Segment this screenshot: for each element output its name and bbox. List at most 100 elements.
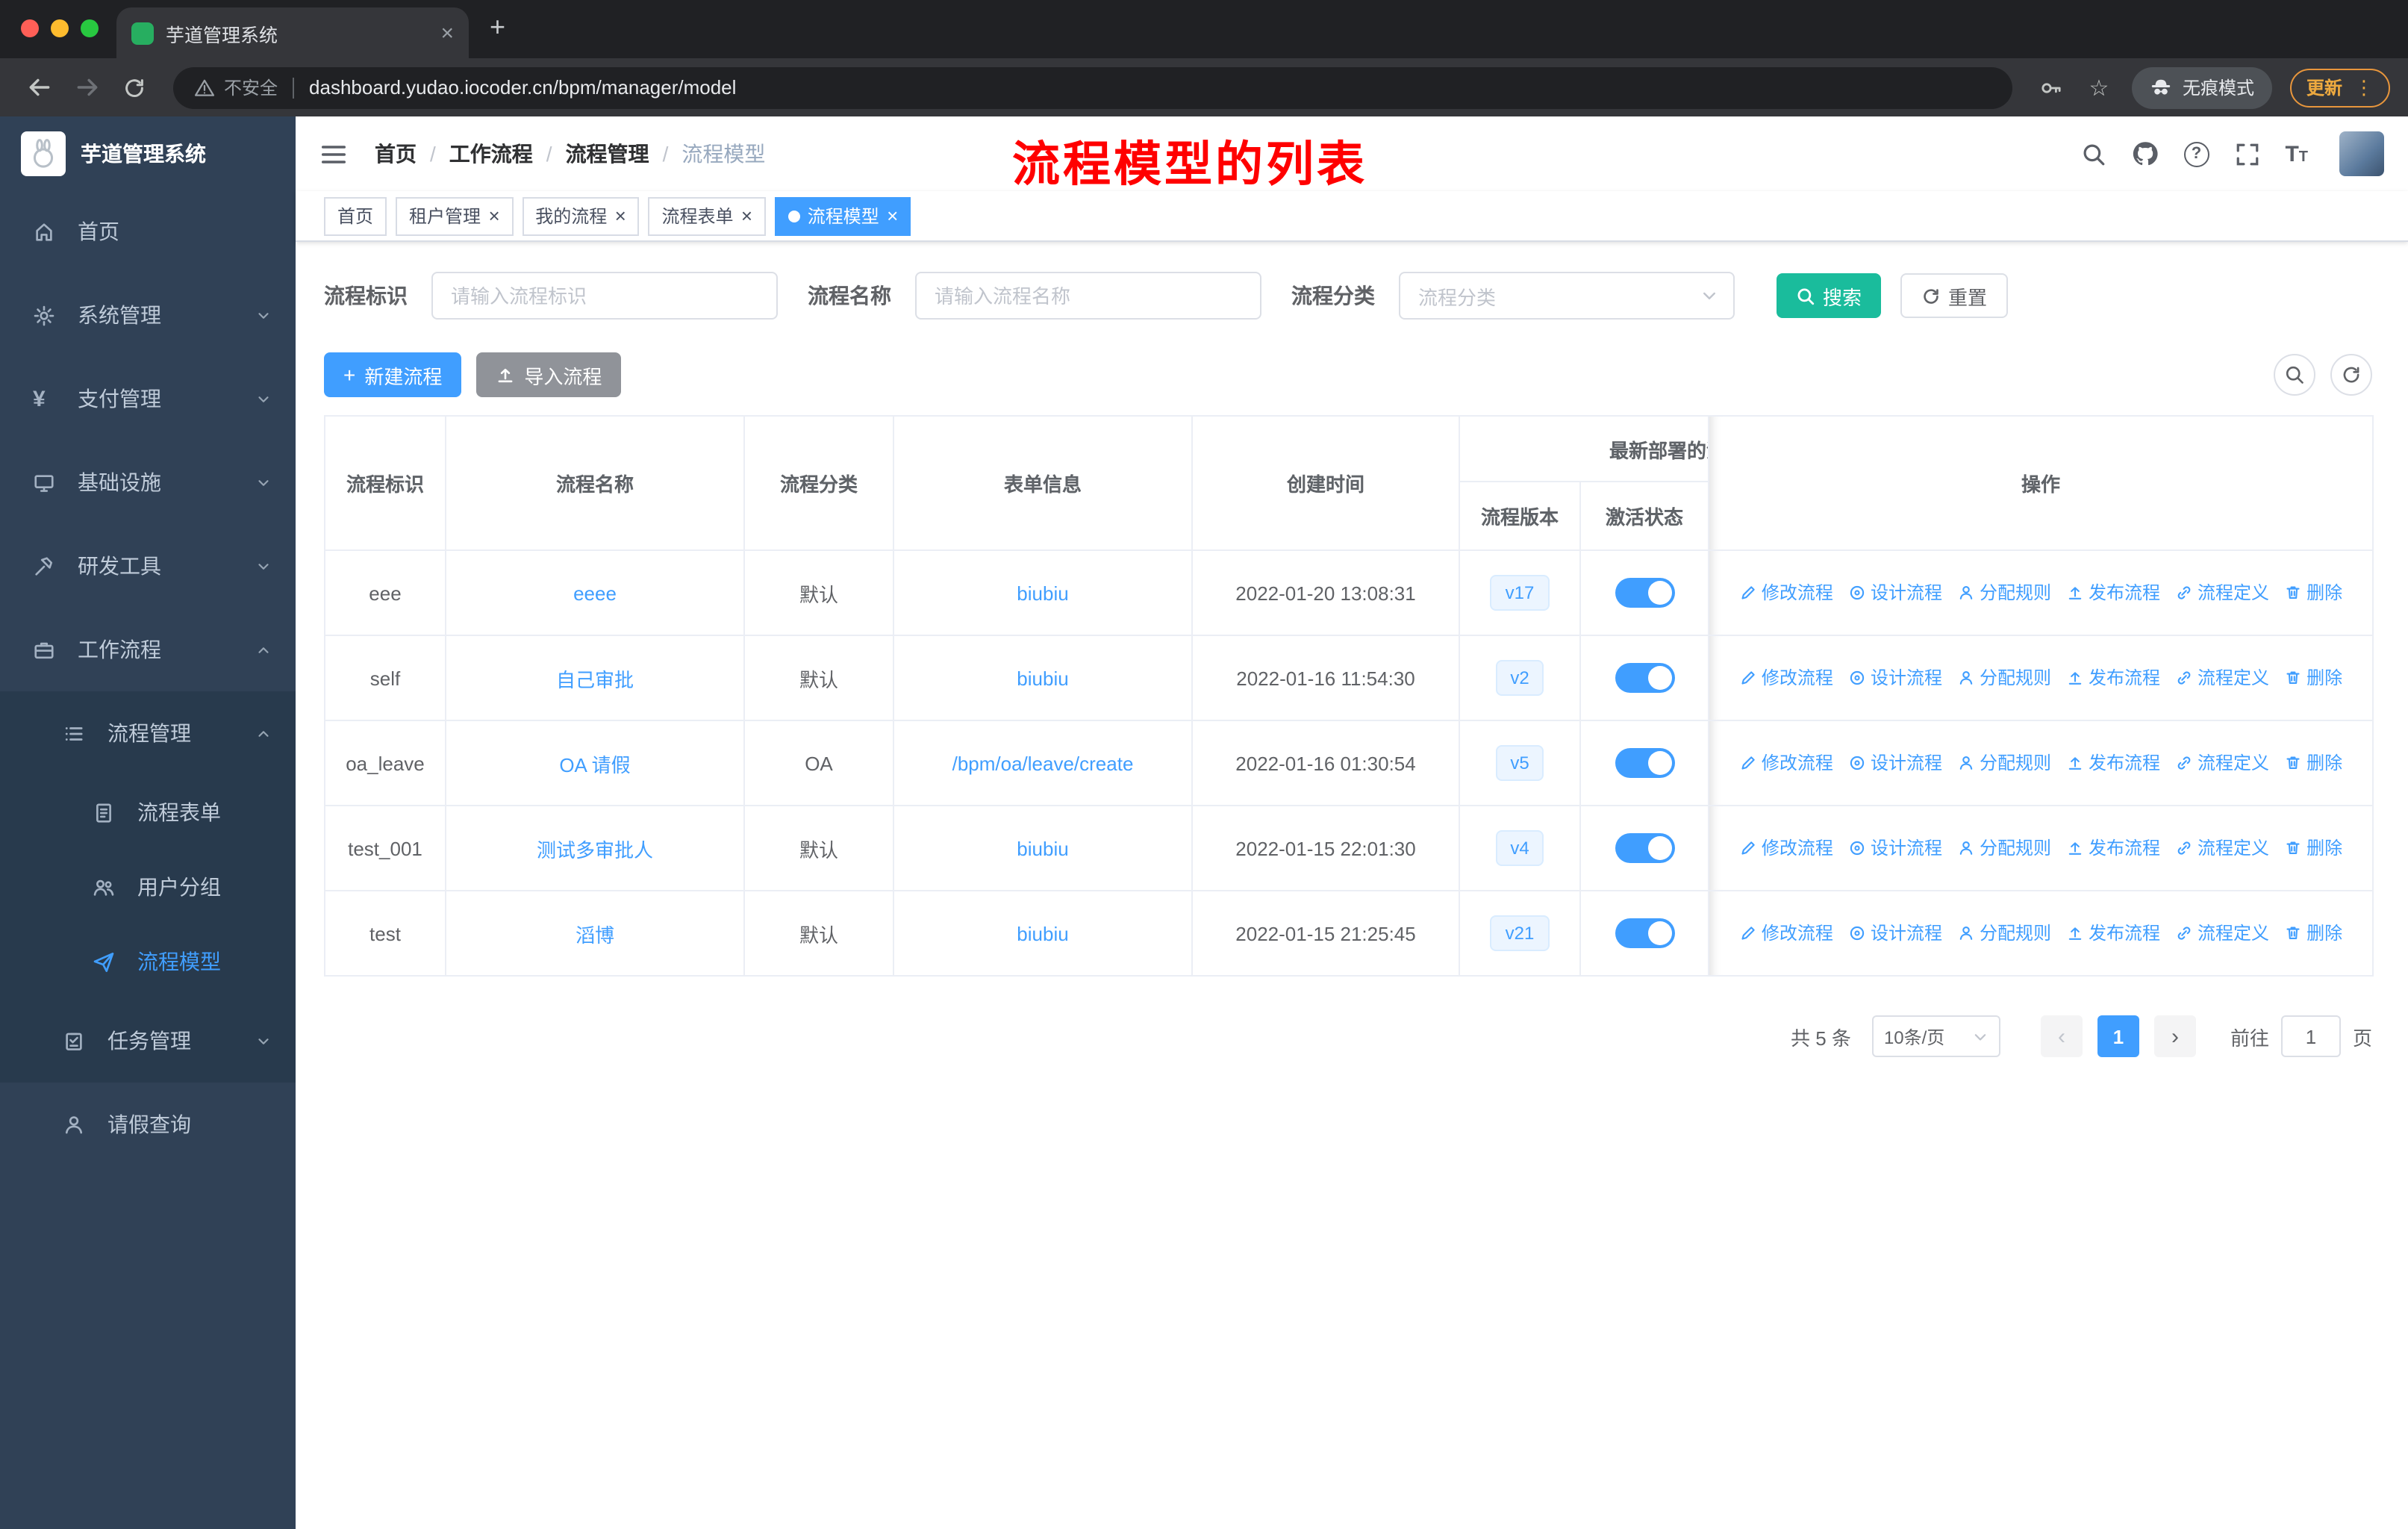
sidebar-item-user-group[interactable]: 用户分组 [0,850,296,924]
close-window-button[interactable] [21,19,39,37]
close-view-tab-icon[interactable]: × [741,206,752,225]
edit-action-link[interactable]: 修改流程 [1739,750,1833,776]
process-name-link[interactable]: 滔博 [576,924,614,946]
browser-tab[interactable]: 芋道管理系统 × [116,7,469,58]
view-tab[interactable]: 租户管理 × [396,196,514,235]
security-indicator[interactable]: 不安全 [194,75,278,100]
next-page-button[interactable]: › [2153,1015,2196,1057]
sidebar-item-home[interactable]: 首页 [0,190,296,273]
form-info-link[interactable]: biubiu [1017,667,1068,689]
process-name-link[interactable]: OA 请假 [559,753,630,776]
delete-action-link[interactable]: 删除 [2284,921,2342,946]
form-info-link[interactable]: /bpm/oa/leave/create [952,752,1134,774]
user-avatar[interactable] [2339,131,2384,176]
design-action-link[interactable]: 设计流程 [1848,665,1942,691]
design-action-link[interactable]: 设计流程 [1848,750,1942,776]
update-browser-button[interactable]: 更新 ⋮ [2289,68,2390,107]
sidebar-item-task-management[interactable]: 任务管理 [0,999,296,1083]
breadcrumb-item[interactable]: 首页 [375,139,417,169]
bookmark-star-icon[interactable]: ☆ [2078,66,2120,108]
import-process-button[interactable]: 导入流程 [476,352,622,397]
category-select[interactable]: 流程分类 [1399,272,1735,320]
help-icon[interactable]: ? [2183,141,2209,166]
definition-action-link[interactable]: 流程定义 [2175,750,2269,776]
active-toggle-switch[interactable] [1615,748,1674,778]
page-size-select[interactable]: 10条/页 [1871,1015,2000,1057]
search-icon[interactable] [2080,141,2106,166]
design-action-link[interactable]: 设计流程 [1848,835,1942,861]
assign-action-link[interactable]: 分配规则 [1957,665,2051,691]
search-button[interactable]: 搜索 [1777,273,1882,318]
close-browser-tab-icon[interactable]: × [440,22,454,44]
address-bar[interactable]: 不安全 dashboard.yudao.iocoder.cn/bpm/manag… [173,66,2012,108]
assign-action-link[interactable]: 分配规则 [1957,921,2051,946]
process-name-link[interactable]: 自己审批 [556,668,634,691]
deploy-action-link[interactable]: 发布流程 [2066,835,2160,861]
definition-action-link[interactable]: 流程定义 [2175,580,2269,605]
definition-action-link[interactable]: 流程定义 [2175,835,2269,861]
reset-button[interactable]: 重置 [1900,273,2009,318]
sidebar-item-workflow[interactable]: 工作流程 [0,608,296,691]
sidebar-item-payment[interactable]: ¥ 支付管理 [0,357,296,440]
delete-action-link[interactable]: 删除 [2284,835,2342,861]
page-number-button[interactable]: 1 [2097,1015,2139,1057]
sidebar-item-process-form[interactable]: 流程表单 [0,775,296,850]
breadcrumb-item[interactable]: 流程管理 [566,139,649,169]
edit-action-link[interactable]: 修改流程 [1739,921,1833,946]
close-view-tab-icon[interactable]: × [488,206,499,225]
definition-action-link[interactable]: 流程定义 [2175,921,2269,946]
active-toggle-switch[interactable] [1615,578,1674,608]
active-toggle-switch[interactable] [1615,918,1674,948]
back-icon[interactable] [18,66,60,108]
sidebar-item-leave-query[interactable]: 请假查询 [0,1083,296,1166]
process-name-link[interactable]: 测试多审批人 [537,838,653,861]
collapse-sidebar-icon[interactable] [319,140,348,168]
process-key-input[interactable] [431,272,778,320]
design-action-link[interactable]: 设计流程 [1848,580,1942,605]
prev-page-button[interactable]: ‹ [2040,1015,2083,1057]
deploy-action-link[interactable]: 发布流程 [2066,580,2160,605]
zoom-window-button[interactable] [81,19,99,37]
view-tab[interactable]: 首页 [324,196,387,235]
reload-icon[interactable] [113,66,155,108]
more-menu-icon[interactable]: ⋮ [2354,75,2374,99]
breadcrumb-item[interactable]: 工作流程 [449,139,533,169]
sidebar-item-process-model[interactable]: 流程模型 [0,924,296,999]
edit-action-link[interactable]: 修改流程 [1739,580,1833,605]
fullscreen-icon[interactable] [2234,141,2259,166]
deploy-action-link[interactable]: 发布流程 [2066,921,2160,946]
process-name-link[interactable]: eeee [573,582,617,604]
edit-action-link[interactable]: 修改流程 [1739,665,1833,691]
assign-action-link[interactable]: 分配规则 [1957,580,2051,605]
refresh-table-button[interactable] [2330,354,2372,396]
sidebar-item-process-management[interactable]: 流程管理 [0,691,296,775]
font-size-icon[interactable]: TT [2285,143,2308,165]
view-tab[interactable]: 流程表单 × [648,196,766,235]
key-icon[interactable] [2030,66,2072,108]
assign-action-link[interactable]: 分配规则 [1957,835,2051,861]
delete-action-link[interactable]: 删除 [2284,580,2342,605]
form-info-link[interactable]: biubiu [1017,837,1068,859]
create-process-button[interactable]: + 新建流程 [324,352,462,397]
edit-action-link[interactable]: 修改流程 [1739,835,1833,861]
active-toggle-switch[interactable] [1615,663,1674,693]
minimize-window-button[interactable] [51,19,69,37]
form-info-link[interactable]: biubiu [1017,582,1068,604]
forward-icon[interactable] [66,66,107,108]
new-tab-button[interactable]: + [490,12,505,43]
view-tab[interactable]: 流程模型 × [774,196,911,235]
close-view-tab-icon[interactable]: × [614,206,626,225]
sidebar-item-system[interactable]: 系统管理 [0,273,296,357]
delete-action-link[interactable]: 删除 [2284,750,2342,776]
design-action-link[interactable]: 设计流程 [1848,921,1942,946]
assign-action-link[interactable]: 分配规则 [1957,750,2051,776]
sidebar-item-devtools[interactable]: 研发工具 [0,524,296,608]
toggle-search-button[interactable] [2274,354,2315,396]
deploy-action-link[interactable]: 发布流程 [2066,750,2160,776]
delete-action-link[interactable]: 删除 [2284,665,2342,691]
active-toggle-switch[interactable] [1615,833,1674,863]
view-tab[interactable]: 我的流程 × [522,196,640,235]
deploy-action-link[interactable]: 发布流程 [2066,665,2160,691]
github-icon[interactable] [2131,140,2158,167]
form-info-link[interactable]: biubiu [1017,922,1068,944]
